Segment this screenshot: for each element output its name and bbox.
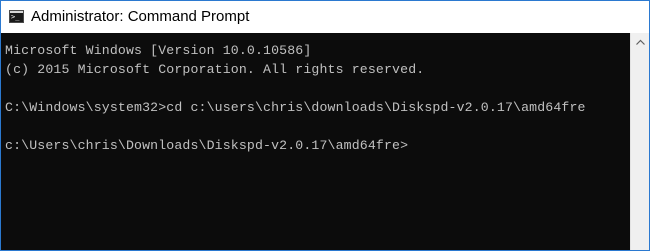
vertical-scrollbar[interactable] — [630, 33, 649, 250]
console-line: Microsoft Windows [Version 10.0.10586] — [5, 43, 312, 58]
window-title: Administrator: Command Prompt — [31, 8, 250, 25]
console-line: (c) 2015 Microsoft Corporation. All righ… — [5, 62, 425, 77]
command-prompt-icon[interactable]: >_ — [9, 10, 24, 23]
console-line: C:\Windows\system32>cd c:\users\chris\do… — [5, 100, 586, 115]
title-bar[interactable]: >_ Administrator: Command Prompt — [1, 1, 649, 33]
console-prompt-line[interactable]: c:\Users\chris\Downloads\Diskspd-v2.0.17… — [5, 136, 629, 155]
console-output[interactable]: Microsoft Windows [Version 10.0.10586] (… — [1, 33, 629, 250]
scroll-up-arrow-icon[interactable] — [631, 33, 649, 50]
command-prompt-window: >_ Administrator: Command Prompt Microso… — [0, 0, 650, 251]
